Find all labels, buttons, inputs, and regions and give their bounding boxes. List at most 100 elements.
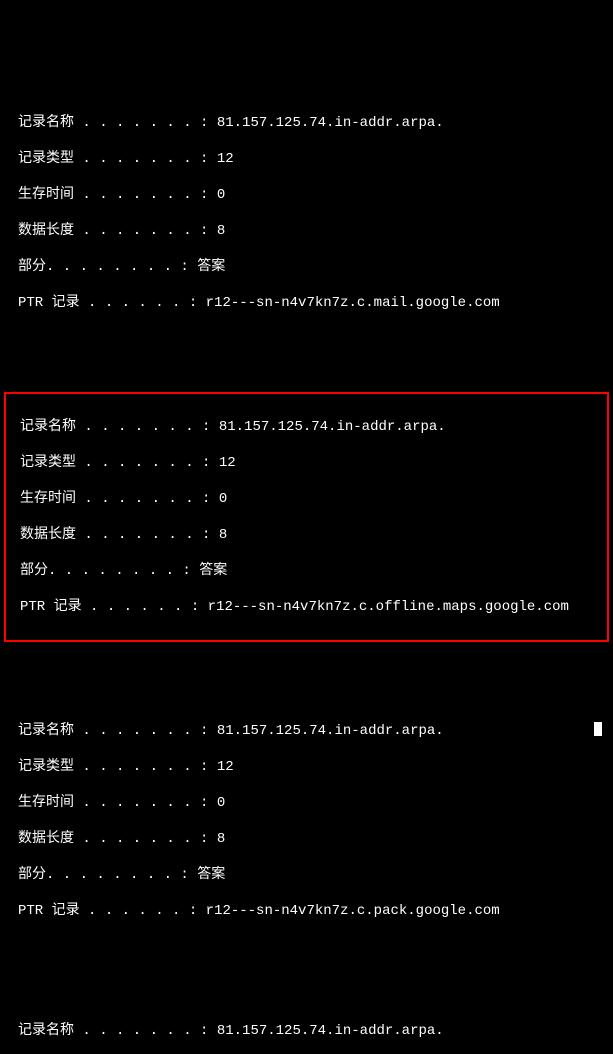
colon: :	[200, 830, 217, 848]
value-len: 8	[217, 830, 225, 848]
label-ptr: PTR 记录	[18, 902, 80, 920]
dots: . . . . . . .	[74, 186, 200, 204]
colon: :	[200, 794, 217, 812]
value-ptr: r12---sn-n4v7kn7z.c.offline.maps.google.…	[208, 598, 569, 616]
colon: :	[189, 294, 206, 312]
colon: :	[202, 490, 219, 508]
record-ptr-row: PTR 记录 . . . . . . : r12---sn-n4v7kn7z.c…	[20, 598, 607, 616]
label-section: 部分	[18, 866, 46, 884]
value-ttl: 0	[219, 490, 227, 508]
label-ttl: 生存时间	[18, 794, 74, 812]
dns-record-block-highlighted: 记录名称 . . . . . . . : 81.157.125.74.in-ad…	[4, 392, 609, 642]
dots: . . . . . . .	[76, 418, 202, 436]
record-len-row: 数据长度 . . . . . . . : 8	[18, 222, 613, 240]
colon: :	[189, 902, 206, 920]
record-ptr-row: PTR 记录 . . . . . . : r12---sn-n4v7kn7z.c…	[18, 294, 613, 312]
label-name: 记录名称	[18, 114, 74, 132]
dots: . . . . . .	[80, 294, 189, 312]
colon: :	[180, 258, 197, 276]
colon: :	[200, 186, 217, 204]
colon: :	[200, 222, 217, 240]
value-name: 81.157.125.74.in-addr.arpa.	[219, 418, 446, 436]
label-type: 记录类型	[18, 758, 74, 776]
value-type: 12	[217, 150, 234, 168]
dns-record-block: 记录名称 . . . . . . . : 81.157.125.74.in-ad…	[0, 90, 613, 336]
record-type-row: 记录类型 . . . . . . . : 12	[18, 150, 613, 168]
value-ptr: r12---sn-n4v7kn7z.c.mail.google.com	[206, 294, 500, 312]
colon: :	[200, 1022, 217, 1040]
colon: :	[202, 454, 219, 472]
value-name: 81.157.125.74.in-addr.arpa.	[217, 114, 444, 132]
record-type-row: 记录类型 . . . . . . . : 12	[20, 454, 607, 472]
colon: :	[200, 722, 217, 740]
value-section: 答案	[197, 258, 225, 276]
colon: :	[191, 598, 208, 616]
value-type: 12	[217, 758, 234, 776]
label-name: 记录名称	[18, 1022, 74, 1040]
text-cursor-icon	[594, 722, 602, 736]
record-len-row: 数据长度 . . . . . . . : 8	[20, 526, 607, 544]
dots: . . . . . . .	[74, 114, 200, 132]
record-ttl-row: 生存时间 . . . . . . . : 0	[18, 186, 613, 204]
label-type: 记录类型	[20, 454, 76, 472]
colon: :	[200, 758, 217, 776]
dots: . . . . . . .	[74, 758, 200, 776]
value-len: 8	[219, 526, 227, 544]
label-type: 记录类型	[18, 150, 74, 168]
value-name: 81.157.125.74.in-addr.arpa.	[217, 1022, 444, 1040]
dots: . . . . . . .	[74, 794, 200, 812]
value-ptr: r12---sn-n4v7kn7z.c.pack.google.com	[206, 902, 500, 920]
dns-record-block: 记录名称 . . . . . . . : 81.157.125.74.in-ad…	[0, 698, 613, 944]
dots: . . . . . . .	[74, 722, 200, 740]
label-len: 数据长度	[18, 830, 74, 848]
value-len: 8	[217, 222, 225, 240]
label-section: 部分	[20, 562, 48, 580]
label-ptr: PTR 记录	[20, 598, 82, 616]
record-ttl-row: 生存时间 . . . . . . . : 0	[18, 794, 613, 812]
record-ttl-row: 生存时间 . . . . . . . : 0	[20, 490, 607, 508]
colon: :	[200, 150, 217, 168]
label-section: 部分	[18, 258, 46, 276]
colon: :	[182, 562, 199, 580]
record-name-row: 记录名称 . . . . . . . : 81.157.125.74.in-ad…	[20, 418, 607, 436]
dots: . . . . . . .	[74, 222, 200, 240]
dots: . . . . . .	[82, 598, 191, 616]
label-len: 数据长度	[18, 222, 74, 240]
value-name: 81.157.125.74.in-addr.arpa.	[217, 722, 444, 740]
record-section-row: 部分. . . . . . . . : 答案	[20, 562, 607, 580]
value-ttl: 0	[217, 794, 225, 812]
dots: . . . . . . .	[74, 1022, 200, 1040]
colon: :	[202, 418, 219, 436]
label-name: 记录名称	[20, 418, 76, 436]
label-ttl: 生存时间	[18, 186, 74, 204]
dots: . . . . . . .	[76, 454, 202, 472]
label-ttl: 生存时间	[20, 490, 76, 508]
dots: . . . . . . .	[76, 526, 202, 544]
value-ttl: 0	[217, 186, 225, 204]
record-name-row: 记录名称 . . . . . . . : 81.157.125.74.in-ad…	[18, 1022, 613, 1040]
dns-record-block: 记录名称 . . . . . . . : 81.157.125.74.in-ad…	[0, 998, 613, 1054]
colon: :	[200, 114, 217, 132]
value-section: 答案	[197, 866, 225, 884]
label-ptr: PTR 记录	[18, 294, 80, 312]
dots: . . . . . . .	[74, 830, 200, 848]
label-len: 数据长度	[20, 526, 76, 544]
dots: . . . . . .	[80, 902, 189, 920]
record-section-row: 部分. . . . . . . . : 答案	[18, 258, 613, 276]
dots: . . . . . . .	[76, 490, 202, 508]
dots: . . . . . . .	[74, 150, 200, 168]
record-name-row: 记录名称 . . . . . . . : 81.157.125.74.in-ad…	[18, 114, 613, 132]
record-section-row: 部分. . . . . . . . : 答案	[18, 866, 613, 884]
dots: . . . . . . . .	[48, 562, 182, 580]
dots: . . . . . . . .	[46, 258, 180, 276]
value-type: 12	[219, 454, 236, 472]
dots: . . . . . . . .	[46, 866, 180, 884]
value-section: 答案	[199, 562, 227, 580]
record-ptr-row: PTR 记录 . . . . . . : r12---sn-n4v7kn7z.c…	[18, 902, 613, 920]
colon: :	[202, 526, 219, 544]
record-type-row: 记录类型 . . . . . . . : 12	[18, 758, 613, 776]
colon: :	[180, 866, 197, 884]
record-name-row: 记录名称 . . . . . . . : 81.157.125.74.in-ad…	[18, 722, 613, 740]
label-name: 记录名称	[18, 722, 74, 740]
record-len-row: 数据长度 . . . . . . . : 8	[18, 830, 613, 848]
